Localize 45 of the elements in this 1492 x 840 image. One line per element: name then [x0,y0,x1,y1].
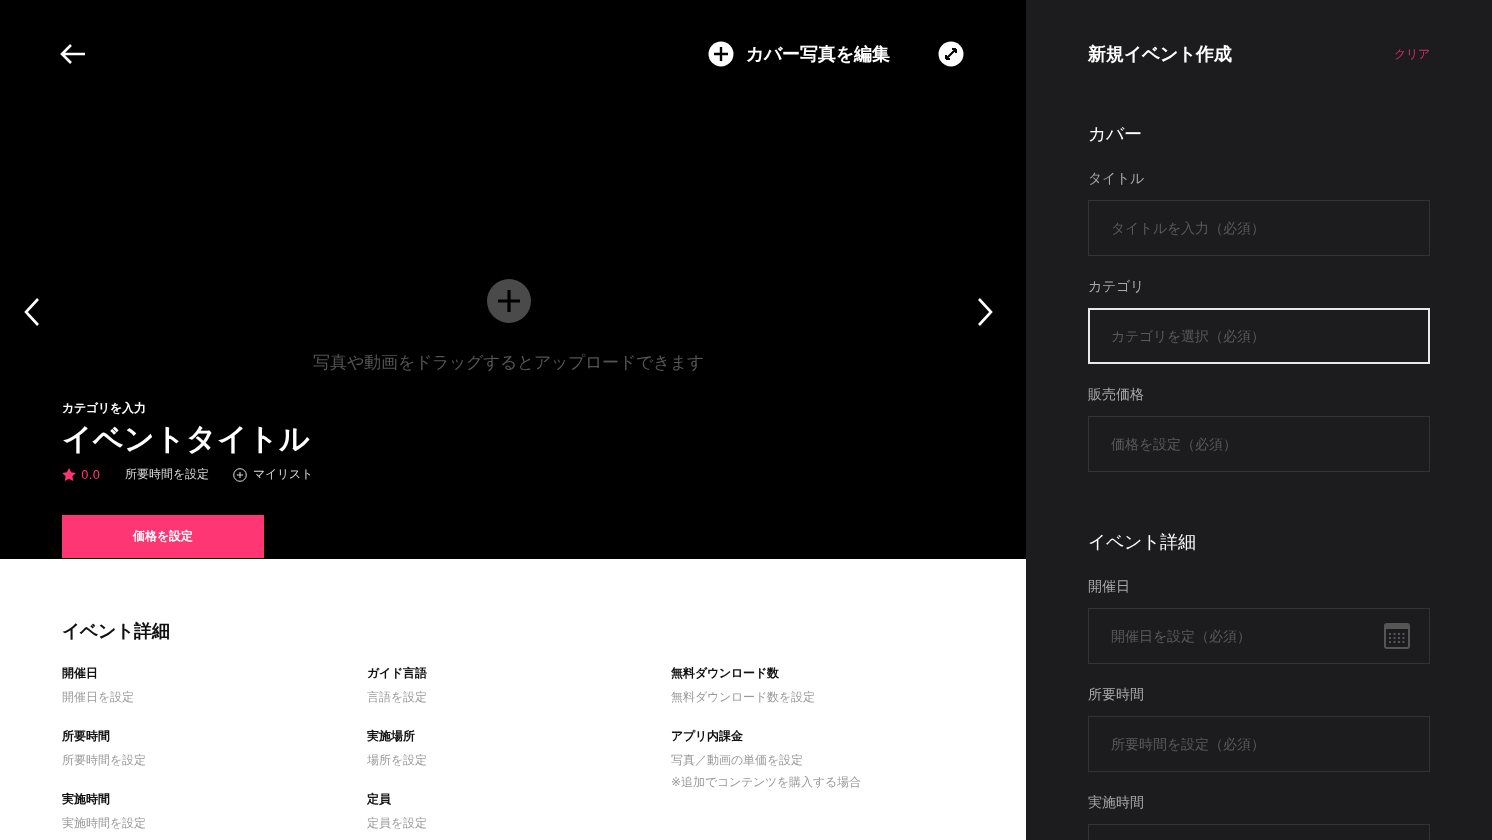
expand-icon[interactable] [938,41,964,67]
duration-text: 所要時間を設定 [125,466,210,483]
detail-value[interactable]: 所要時間を設定 [62,752,367,769]
plus-circle-icon [233,467,248,482]
rating-value: 0.0 [81,467,101,482]
field-label: 実施時間 [1088,794,1145,812]
input-field[interactable]: 価格を設定（必須） [1088,416,1430,472]
detail-label: 無料ダウンロード数 [671,665,780,682]
section-heading: イベント詳細 [1088,530,1197,554]
section-heading: イベント詳細 [62,619,171,643]
clear-link[interactable]: クリア [1394,45,1430,63]
detail-value[interactable]: 写真／動画の単価を設定 [671,752,964,769]
detail-label: 定員 [367,791,392,808]
detail-value[interactable]: 開催日を設定 [62,689,367,706]
event-title: イベントタイトル [62,420,311,458]
field-label: カテゴリ [1088,278,1145,296]
plus-circle-icon [708,41,734,67]
field-label: 開催日 [1088,578,1131,596]
detail-label: 開催日 [62,665,99,682]
set-price-button[interactable]: 価格を設定 [62,515,264,558]
edit-cover-button[interactable]: カバー写真を編集 [708,41,890,67]
field-label: 所要時間 [1088,686,1145,704]
input-field[interactable]: 開催日を設定（必須） [1088,608,1430,664]
detail-label: 実施時間 [62,791,111,808]
detail-value[interactable]: 場所を設定 [367,752,671,769]
detail-label: 実施場所 [367,728,416,745]
category-text: カテゴリを入力 [62,400,147,417]
input-field[interactable]: タイトルを入力（必須） [1088,200,1430,256]
panel-title: 新規イベント作成 [1088,42,1232,66]
detail-value[interactable]: 定員を設定 [367,815,671,832]
detail-value[interactable]: 無料ダウンロード数を設定 [671,689,964,706]
detail-value[interactable]: 実施時間を設定 [62,815,367,832]
section-heading: カバー [1088,122,1143,146]
detail-label: 所要時間 [62,728,111,745]
star-icon [62,468,76,481]
back-arrow-icon[interactable] [59,43,87,65]
upload-hint: 写真や動画をドラッグするとアップロードできます [313,351,704,374]
detail-note: ※追加でコンテンツを購入する場合 [671,774,863,791]
detail-label: アプリ内課金 [671,728,744,745]
input-field[interactable]: 所要時間を設定（必須） [1088,716,1430,772]
detail-label: ガイド言語 [367,665,428,682]
detail-value[interactable]: 言語を設定 [367,689,671,706]
field-label: 販売価格 [1088,386,1145,404]
mylist-button[interactable]: マイリスト [233,466,314,483]
field-label: タイトル [1088,170,1145,188]
